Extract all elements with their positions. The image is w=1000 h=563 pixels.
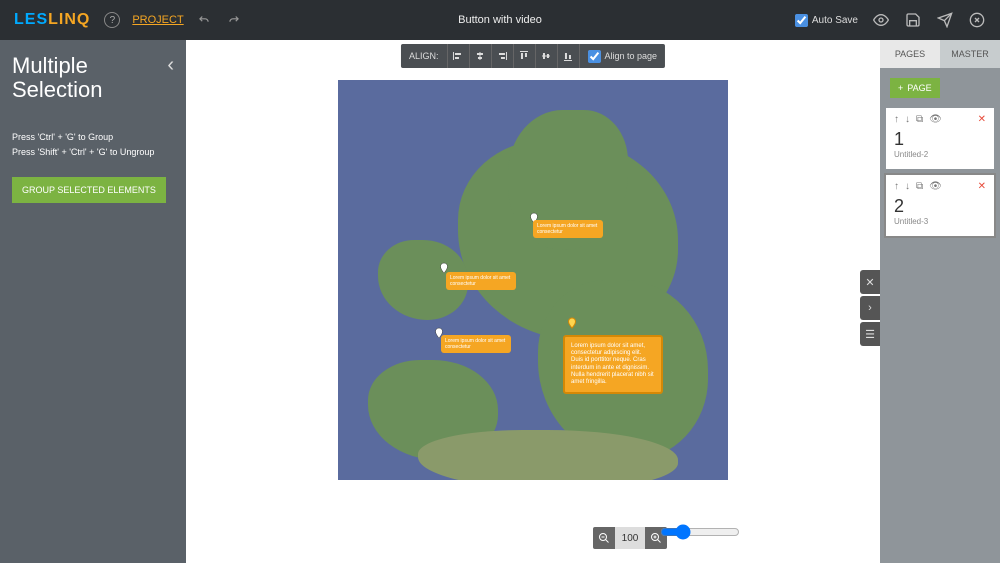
close-icon[interactable]: [968, 11, 986, 29]
zoom-slider[interactable]: [660, 524, 740, 545]
align-to-page-toggle[interactable]: Align to page: [578, 44, 665, 68]
align-top-button[interactable]: [512, 44, 534, 68]
tab-pages[interactable]: PAGES: [880, 40, 940, 68]
page-number: 2: [894, 196, 986, 217]
plus-icon: +: [898, 83, 903, 93]
add-page-button[interactable]: + PAGE: [890, 78, 940, 98]
duplicate-icon[interactable]: ⧉: [916, 114, 923, 125]
zoom-out-button[interactable]: [593, 527, 615, 549]
panel-title: MultipleSelection: [12, 54, 103, 102]
preview-icon[interactable]: [872, 11, 890, 29]
map-bubble-selected[interactable]: Lorem ipsum dolor sit amet, consectetur …: [563, 335, 663, 394]
move-down-icon[interactable]: ↓: [905, 181, 910, 192]
map-pin-highlight[interactable]: [566, 315, 578, 331]
add-page-label: PAGE: [907, 83, 931, 93]
redo-button[interactable]: [224, 10, 244, 30]
autosave-toggle[interactable]: Auto Save: [795, 14, 858, 27]
project-link[interactable]: PROJECT: [132, 14, 183, 26]
help-icon[interactable]: ?: [104, 12, 120, 28]
back-button[interactable]: ‹: [167, 54, 174, 77]
page-name: Untitled-2: [894, 150, 986, 159]
align-bottom-button[interactable]: [556, 44, 578, 68]
side-tool-tabs: ✕ › ☰: [860, 270, 880, 346]
map-bubble[interactable]: Lorem ipsum dolor sit amet consectetur: [446, 272, 516, 290]
page-card[interactable]: ↑ ↓ ⧉ 👁 ✕ 2 Untitled-3: [886, 175, 994, 236]
expand-tab-icon[interactable]: ›: [860, 296, 880, 320]
right-panel: PAGES MASTER + PAGE ↑ ↓ ⧉ 👁 ✕ 1 Untitled…: [880, 40, 1000, 563]
undo-button[interactable]: [194, 10, 214, 30]
duplicate-icon[interactable]: ⧉: [916, 181, 923, 192]
align-center-v-button[interactable]: [534, 44, 556, 68]
autosave-label: Auto Save: [812, 15, 858, 26]
tab-master[interactable]: MASTER: [940, 40, 1000, 68]
tools-tab-icon[interactable]: ✕: [860, 270, 880, 294]
logo: LESLINQ: [14, 11, 90, 29]
layers-tab-icon[interactable]: ☰: [860, 322, 880, 346]
map-canvas[interactable]: Lorem ipsum dolor sit amet consectetur L…: [338, 80, 728, 480]
align-toolbar: ALIGN: Align to page: [401, 44, 665, 68]
visibility-icon[interactable]: 👁: [929, 114, 942, 125]
send-icon[interactable]: [936, 11, 954, 29]
visibility-icon[interactable]: 👁: [929, 181, 942, 192]
align-label: ALIGN:: [401, 51, 447, 61]
move-up-icon[interactable]: ↑: [894, 181, 899, 192]
delete-icon[interactable]: ✕: [978, 181, 986, 192]
move-down-icon[interactable]: ↓: [905, 114, 910, 125]
group-selected-button[interactable]: GROUP SELECTED ELEMENTS: [12, 177, 166, 203]
group-hint: Press 'Ctrl' + 'G' to Group Press 'Shift…: [12, 130, 174, 159]
autosave-checkbox[interactable]: [795, 14, 808, 27]
align-to-page-label: Align to page: [604, 51, 657, 61]
align-right-button[interactable]: [490, 44, 512, 68]
move-up-icon[interactable]: ↑: [894, 114, 899, 125]
page-name: Untitled-3: [894, 217, 986, 226]
map-bubble[interactable]: Lorem ipsum dolor sit amet consectetur: [533, 220, 603, 238]
canvas-area: ALIGN: Align to page Lorem ipsum dolor s…: [186, 40, 880, 563]
zoom-value: 100: [615, 527, 645, 549]
page-number: 1: [894, 129, 986, 150]
map-bubble[interactable]: Lorem ipsum dolor sit amet consectetur: [441, 335, 511, 353]
page-card[interactable]: ↑ ↓ ⧉ 👁 ✕ 1 Untitled-2: [886, 108, 994, 169]
align-center-h-button[interactable]: [468, 44, 490, 68]
align-left-button[interactable]: [446, 44, 468, 68]
align-to-page-checkbox[interactable]: [587, 50, 600, 63]
delete-icon[interactable]: ✕: [978, 114, 986, 125]
top-bar: LESLINQ ? PROJECT Button with video Auto…: [0, 0, 1000, 40]
left-panel: MultipleSelection ‹ Press 'Ctrl' + 'G' t…: [0, 40, 186, 563]
document-title: Button with video: [458, 14, 542, 26]
save-icon[interactable]: [904, 11, 922, 29]
zoom-control: 100: [593, 527, 667, 549]
